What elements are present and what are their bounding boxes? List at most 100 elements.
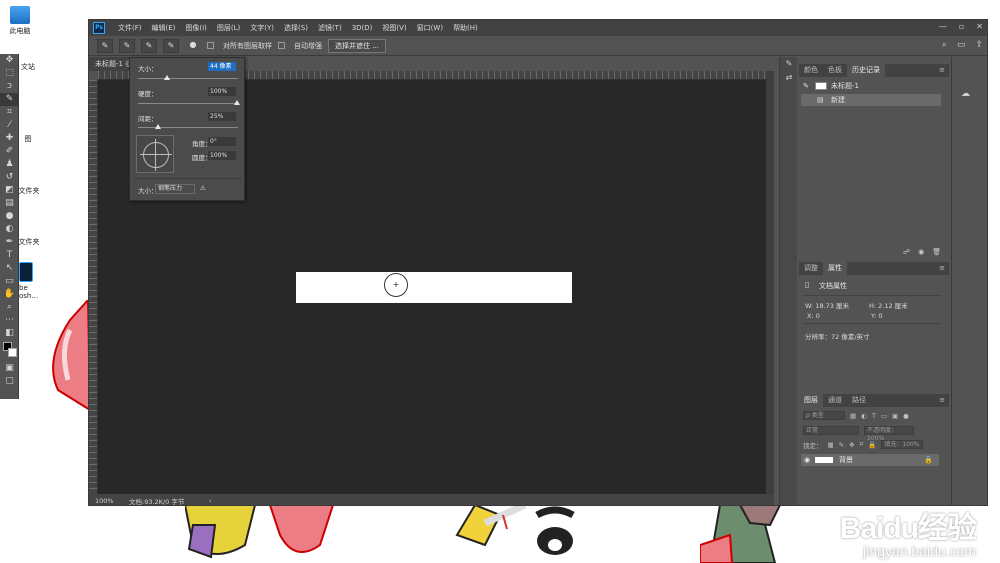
- color-swatches-icon[interactable]: [0, 340, 19, 362]
- minimize-button[interactable]: —: [939, 22, 947, 31]
- desktop-icon-this-pc[interactable]: 此电脑: [4, 6, 36, 36]
- menu-3d[interactable]: 3D(D): [347, 24, 378, 32]
- quick-mask-icon[interactable]: ▣: [0, 362, 19, 375]
- layer-row-background[interactable]: ◉ 背景 🔒: [801, 454, 939, 466]
- brush-size-input[interactable]: 44 像素: [208, 62, 236, 71]
- brush-angle-preview[interactable]: [136, 135, 174, 173]
- size-control-select[interactable]: 钢笔压力: [155, 184, 195, 194]
- hand-tool-icon[interactable]: ✋: [0, 288, 19, 301]
- menu-select[interactable]: 选择(S): [279, 23, 313, 33]
- menu-type[interactable]: 文字(Y): [245, 23, 279, 33]
- history-panel-icon[interactable]: ✎: [780, 57, 798, 71]
- gradient-tool-icon[interactable]: ▤: [0, 197, 19, 210]
- menu-edit[interactable]: 编辑(E): [147, 23, 181, 33]
- tab-layers[interactable]: 图层: [799, 394, 823, 407]
- vertical-scrollbar[interactable]: [766, 71, 774, 494]
- fill-field[interactable]: 填充：100%: [881, 440, 924, 449]
- menu-filter[interactable]: 滤镜(T): [313, 23, 347, 33]
- history-brush-tool-icon[interactable]: ↺: [0, 171, 19, 184]
- brush-picker-icon[interactable]: ●: [185, 39, 201, 53]
- tab-adjustments[interactable]: 调整: [799, 262, 823, 275]
- default-colors-icon[interactable]: ◧: [0, 327, 19, 340]
- brush-spacing-input[interactable]: 25%: [208, 112, 236, 121]
- tab-channels[interactable]: 通道: [823, 394, 847, 407]
- brush-size-slider[interactable]: [138, 75, 238, 80]
- slider-thumb-icon[interactable]: [155, 124, 161, 129]
- status-arrow-icon[interactable]: ›: [209, 497, 212, 505]
- close-button[interactable]: ✕: [976, 22, 983, 31]
- quick-select-tool-icon[interactable]: ✎: [0, 93, 19, 106]
- zoom-level[interactable]: 100%: [89, 497, 129, 505]
- tab-properties[interactable]: 属性: [823, 262, 847, 275]
- path-select-tool-icon[interactable]: ↖: [0, 262, 19, 275]
- zoom-tool-icon[interactable]: ⌕: [0, 301, 19, 314]
- history-step[interactable]: ▤ 新建: [801, 94, 941, 106]
- marquee-tool-icon[interactable]: ⬚: [0, 67, 19, 80]
- select-and-mask-button[interactable]: 选择并遮住 ...: [328, 38, 386, 53]
- share-icon[interactable]: ⇪: [975, 40, 983, 50]
- screen-mode-icon[interactable]: ▢: [0, 375, 19, 388]
- document-canvas[interactable]: +: [296, 272, 572, 303]
- menu-layer[interactable]: 图层(L): [212, 23, 245, 33]
- more-tools-icon[interactable]: ⋯: [0, 314, 19, 327]
- desktop-icon-folder-1[interactable]: 文件夹: [18, 186, 40, 196]
- new-selection-icon[interactable]: ✎: [119, 38, 135, 53]
- menu-window[interactable]: 窗口(W): [412, 23, 448, 33]
- new-document-from-state-icon[interactable]: ☍: [903, 248, 910, 256]
- healing-tool-icon[interactable]: ✚: [0, 132, 19, 145]
- desktop-icon-folder-2[interactable]: 文件夹: [18, 237, 40, 247]
- menu-view[interactable]: 视图(V): [377, 23, 411, 33]
- eyedropper-tool-icon[interactable]: ⁄: [0, 119, 19, 132]
- type-tool-icon[interactable]: T: [0, 249, 19, 262]
- properties-panel-icon[interactable]: ⇄: [780, 71, 798, 85]
- shape-tool-icon[interactable]: ▭: [0, 275, 19, 288]
- filter-adjust-icon[interactable]: ◐: [861, 412, 867, 420]
- blur-tool-icon[interactable]: ●: [0, 210, 19, 223]
- brush-roundness-input[interactable]: 100%: [208, 151, 236, 160]
- search-icon[interactable]: ⌕: [942, 40, 947, 50]
- filter-toggle-icon[interactable]: ●: [903, 412, 909, 420]
- add-selection-icon[interactable]: ✎: [141, 38, 157, 53]
- auto-enhance-checkbox[interactable]: [278, 42, 285, 49]
- lock-all-icon[interactable]: 🔒: [868, 441, 876, 449]
- lock-paint-icon[interactable]: ✎: [839, 441, 844, 449]
- trash-icon[interactable]: 🗑: [932, 248, 941, 256]
- workspace-icon[interactable]: ▭: [957, 40, 966, 50]
- move-tool-icon[interactable]: ✥: [0, 54, 19, 67]
- opacity-field[interactable]: 不透明度：100%: [864, 426, 914, 442]
- filter-type-icon[interactable]: T: [872, 412, 876, 420]
- slider-thumb-icon[interactable]: [234, 100, 240, 105]
- camera-icon[interactable]: ◉: [918, 248, 924, 256]
- sample-all-layers-checkbox[interactable]: [207, 42, 214, 49]
- lock-artboard-icon[interactable]: ⌗: [860, 440, 864, 449]
- filter-pixel-icon[interactable]: ▦: [850, 412, 856, 420]
- tab-history[interactable]: 历史记录: [847, 64, 885, 77]
- tool-preset-icon[interactable]: ✎: [97, 38, 113, 53]
- menu-help[interactable]: 帮助(H): [448, 23, 483, 33]
- lock-move-icon[interactable]: ✥: [849, 441, 854, 449]
- pen-tool-icon[interactable]: ✒: [0, 236, 19, 249]
- brush-spacing-slider[interactable]: [138, 124, 238, 129]
- blend-mode-select[interactable]: 正常: [803, 426, 859, 435]
- lock-pixels-icon[interactable]: ▦: [828, 441, 834, 449]
- maximize-button[interactable]: ▫: [959, 22, 964, 31]
- stamp-tool-icon[interactable]: ♟: [0, 158, 19, 171]
- libraries-icon[interactable]: ☁: [961, 89, 970, 99]
- filter-smart-icon[interactable]: ▣: [892, 412, 898, 420]
- panel-menu-icon[interactable]: ≡: [939, 394, 945, 407]
- lasso-tool-icon[interactable]: ↄ: [0, 80, 19, 93]
- brush-hardness-slider[interactable]: [138, 100, 240, 105]
- panel-menu-icon[interactable]: ≡: [939, 64, 945, 77]
- desktop-icon-photoshop[interactable]: be osh...: [19, 262, 38, 300]
- tab-color[interactable]: 颜色: [799, 64, 823, 77]
- brush-angle-input[interactable]: 0°: [208, 137, 236, 146]
- brush-hardness-input[interactable]: 100%: [208, 87, 236, 96]
- slider-thumb-icon[interactable]: [164, 75, 170, 80]
- visibility-eye-icon[interactable]: ◉: [804, 454, 810, 466]
- desktop-icon-3[interactable]: 图: [18, 134, 38, 144]
- history-snapshot[interactable]: ✎ 未标题-1: [801, 80, 941, 92]
- menu-file[interactable]: 文件(F): [113, 23, 147, 33]
- subtract-selection-icon[interactable]: ✎: [163, 38, 179, 53]
- brush-tool-icon[interactable]: ✐: [0, 145, 19, 158]
- filter-shape-icon[interactable]: ▭: [881, 412, 887, 420]
